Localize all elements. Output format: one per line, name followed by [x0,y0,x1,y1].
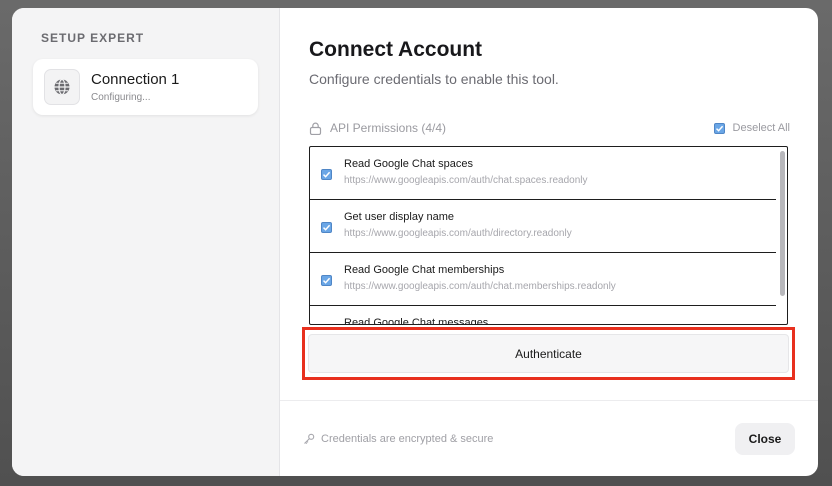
list-item[interactable]: Read Google Chat messages [310,306,776,325]
connection-title: Connection 1 [91,71,180,88]
setup-modal: SETUP EXPERT Connection 1 Configuring...… [12,8,818,476]
permissions-label: API Permissions (4/4) [330,121,447,135]
main-panel: Connect Account Configure credentials to… [280,8,818,476]
connection-status: Configuring... [91,92,151,103]
permission-name: Read Google Chat memberships [344,264,505,276]
permission-name: Read Google Chat spaces [344,158,474,170]
sidebar: SETUP EXPERT Connection 1 Configuring... [12,8,280,476]
permission-url: https://www.googleapis.com/auth/chat.mem… [344,281,616,292]
security-note: Credentials are encrypted & secure [321,432,494,445]
deselect-all-checkbox[interactable] [713,122,725,134]
sidebar-heading: SETUP EXPERT [41,31,145,45]
close-button[interactable]: Close [735,422,795,455]
permission-name: Read Google Chat messages [344,317,489,325]
permission-url: https://www.googleapis.com/auth/director… [344,228,572,239]
permissions-header: API Permissions (4/4) Deselect All [309,119,790,137]
key-icon [304,433,315,444]
list-item[interactable]: Get user display name https://www.google… [310,200,776,253]
lock-icon [309,122,322,135]
page-subtitle: Configure credentials to enable this too… [309,71,559,87]
footer: Credentials are encrypted & secure Close [280,400,818,476]
permission-url: https://www.googleapis.com/auth/chat.spa… [344,175,588,186]
deselect-all-label: Deselect All [732,122,790,134]
authenticate-highlight: Authenticate [302,327,795,380]
list-scrollbar[interactable] [780,151,785,296]
permissions-list[interactable]: Read Google Chat spaces https://www.goog… [309,146,788,325]
connection-card[interactable]: Connection 1 Configuring... [33,59,258,115]
permission-name: Get user display name [344,211,455,223]
page-title: Connect Account [309,38,483,61]
permission-checkbox[interactable] [321,169,332,180]
authenticate-button[interactable]: Authenticate [308,334,789,373]
permission-checkbox[interactable] [321,222,332,233]
list-item[interactable]: Read Google Chat spaces https://www.goog… [310,147,776,200]
list-item[interactable]: Read Google Chat memberships https://www… [310,253,776,306]
globe-icon [44,69,80,105]
permission-checkbox[interactable] [321,275,332,286]
deselect-all-toggle[interactable]: Deselect All [713,122,790,134]
